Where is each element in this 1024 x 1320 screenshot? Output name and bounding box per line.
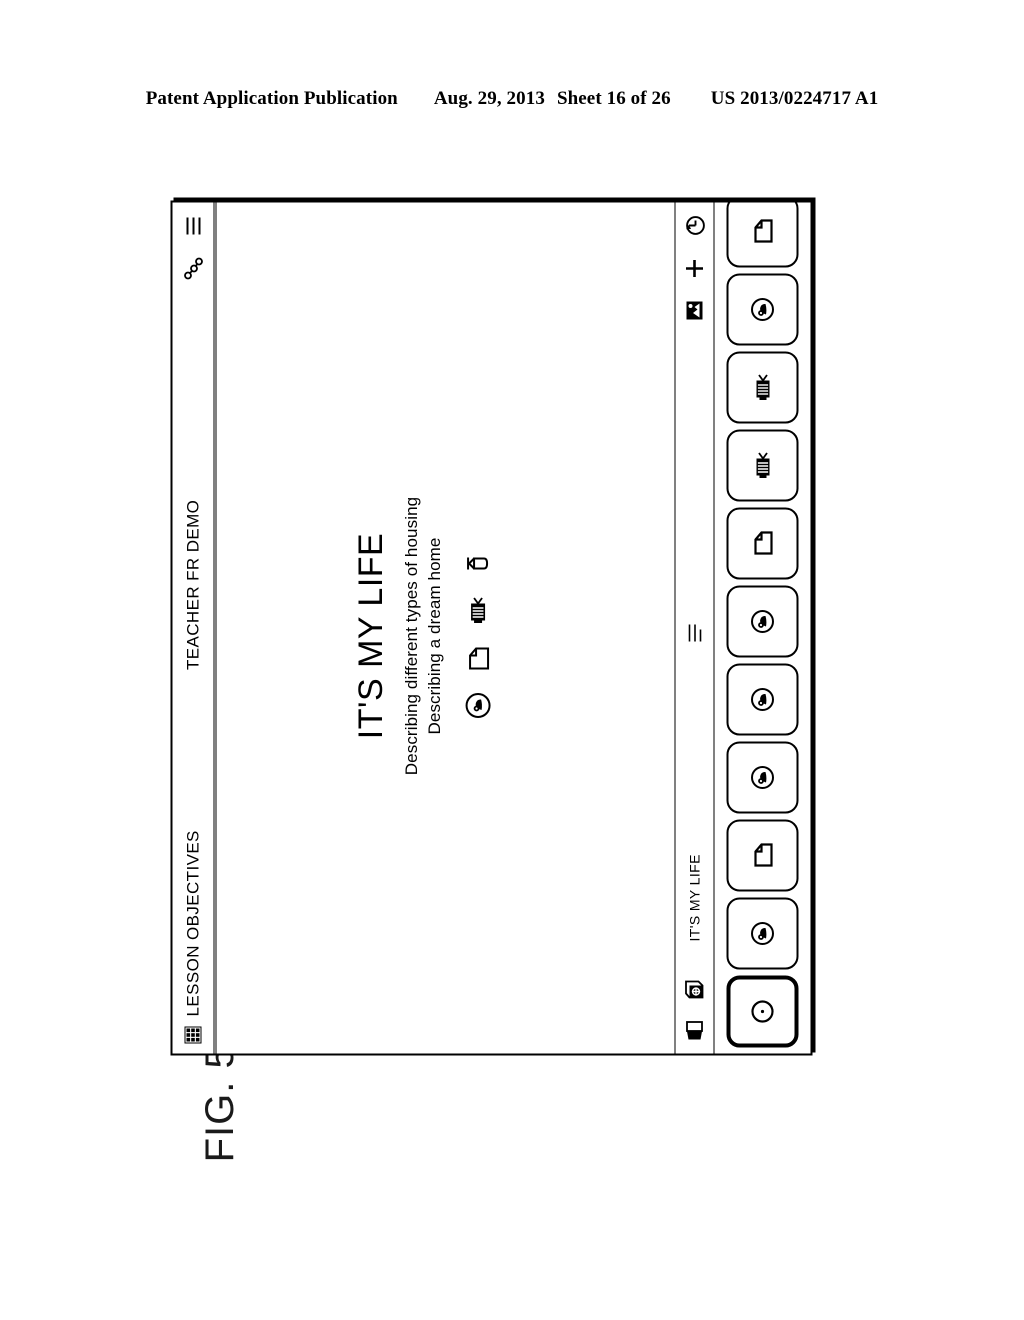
slide-objective-1: Describing different types of housing xyxy=(401,496,421,775)
share-nodes-icon[interactable] xyxy=(183,257,203,279)
patent-sheet-number: Sheet 16 of 26 xyxy=(556,88,671,109)
teacher-demo-title: TEACHER FR DEMO xyxy=(182,499,202,670)
video-film-icon xyxy=(748,371,776,403)
figure-drawing-area: LESSON OBJECTIVES TEACHER FR DEMO IT'S M… xyxy=(170,200,812,1055)
image-picture-icon[interactable] xyxy=(684,300,704,320)
status-bar-right-group xyxy=(683,214,705,320)
slide-objective-2: Describing a dream home xyxy=(424,537,444,734)
audio-disc-icon[interactable] xyxy=(464,693,490,719)
plus-add-icon[interactable] xyxy=(684,258,704,278)
app-top-bar: LESSON OBJECTIVES TEACHER FR DEMO xyxy=(172,202,216,1053)
slide-filmstrip[interactable] xyxy=(714,202,810,1053)
filmstrip-thumbnail[interactable] xyxy=(726,819,798,891)
filmstrip-thumbnail[interactable] xyxy=(726,202,798,267)
status-bar-lesson-label: IT'S MY LIFE xyxy=(686,853,702,941)
compass-icon xyxy=(748,997,776,1025)
patent-page-header: Patent Application Publication Aug. 29, … xyxy=(0,88,1024,110)
filmstrip-thumbnail[interactable] xyxy=(726,663,798,735)
video-film-icon[interactable] xyxy=(464,597,490,625)
grid-icon[interactable] xyxy=(184,1026,201,1043)
patent-publication-label: Patent Application Publication xyxy=(145,88,398,109)
filmstrip-thumbnail[interactable] xyxy=(726,585,798,657)
undo-rotate-icon[interactable] xyxy=(683,214,705,236)
document-icon xyxy=(748,529,776,557)
filmstrip-thumbnail[interactable] xyxy=(726,975,798,1047)
audio-disc-icon xyxy=(748,685,776,713)
app-status-bar: IT'S MY LIFE xyxy=(674,202,714,1053)
document-icon xyxy=(748,841,776,869)
top-bar-actions xyxy=(183,216,203,279)
document-icon xyxy=(748,217,776,245)
document-icon[interactable] xyxy=(464,647,490,671)
audio-disc-icon xyxy=(748,763,776,791)
slide-media-icon-row xyxy=(464,421,490,851)
slide-title: IT'S MY LIFE xyxy=(351,532,390,739)
audio-disc-icon xyxy=(748,295,776,323)
hamburger-menu-icon[interactable] xyxy=(185,216,201,235)
filmstrip-thumbnail[interactable] xyxy=(726,351,798,423)
cube-3d-icon[interactable] xyxy=(684,979,704,999)
filmstrip-thumbnail[interactable] xyxy=(726,429,798,501)
audio-disc-icon xyxy=(748,607,776,635)
status-bar-left-group: IT'S MY LIFE xyxy=(684,854,704,1041)
tablet-app-window: LESSON OBJECTIVES TEACHER FR DEMO IT'S M… xyxy=(170,200,812,1055)
lesson-objectives-title: LESSON OBJECTIVES xyxy=(182,829,202,1016)
status-bar-center-group xyxy=(687,320,702,854)
patent-publication-number: US 2013/0224717 A1 xyxy=(710,88,879,109)
audio-disc-icon xyxy=(748,919,776,947)
patent-date: Aug. 29, 2013 xyxy=(433,88,545,109)
filmstrip-thumbnail[interactable] xyxy=(726,273,798,345)
video-film-icon xyxy=(748,449,776,481)
slide-content: IT'S MY LIFE Describing different types … xyxy=(352,421,491,851)
filmstrip-thumbnail[interactable] xyxy=(726,507,798,579)
filmstrip-thumbnail[interactable] xyxy=(726,897,798,969)
filmstrip-thumbnail[interactable] xyxy=(726,741,798,813)
speaker-icon[interactable] xyxy=(464,553,490,575)
list-lines-icon[interactable] xyxy=(687,622,702,642)
slide-canvas[interactable]: IT'S MY LIFE Describing different types … xyxy=(216,202,674,1053)
book-open-icon[interactable] xyxy=(685,1019,703,1041)
